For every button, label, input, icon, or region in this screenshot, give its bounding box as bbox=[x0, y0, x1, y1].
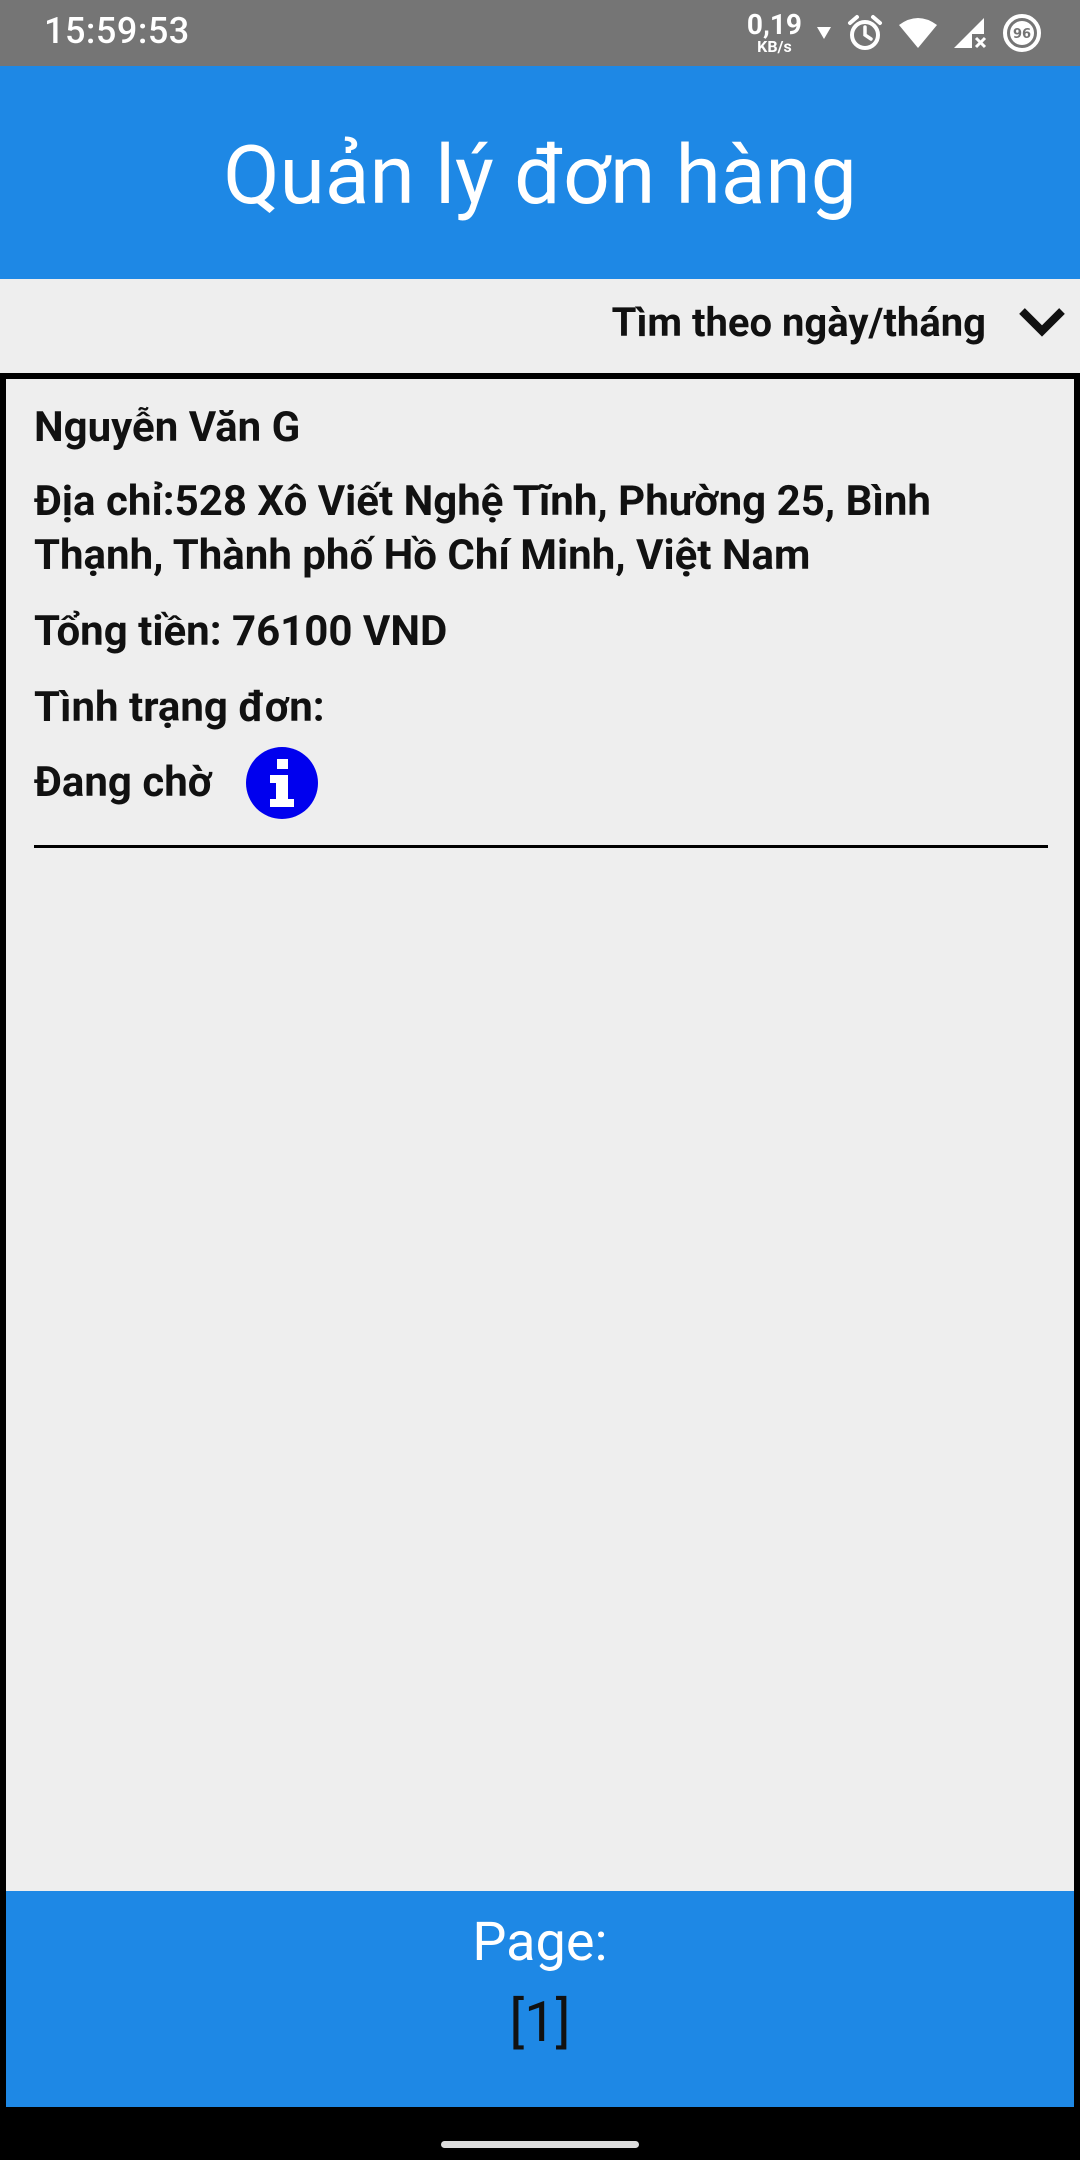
system-nav-bar bbox=[0, 2113, 1080, 2160]
battery-icon: 96 bbox=[1002, 13, 1042, 53]
network-speed-value: 0,19 bbox=[746, 8, 802, 41]
status-time: 15:59:53 bbox=[44, 10, 190, 52]
pagination-label: Page: bbox=[472, 1911, 608, 1974]
network-speed: 0,19 KB/s bbox=[747, 11, 802, 55]
pagination-page-number[interactable]: [1] bbox=[509, 1989, 570, 2055]
order-item[interactable]: Nguyễn Văn G Địa chỉ:528 Xô Viết Nghệ Tĩ… bbox=[34, 397, 1048, 848]
home-gesture-handle[interactable] bbox=[441, 2141, 639, 2148]
status-bar: 15:59:53 0,19 KB/s 96 bbox=[0, 0, 1080, 66]
network-speed-unit: KB/s bbox=[757, 37, 792, 56]
order-status-label: Tình trạng đơn: bbox=[34, 683, 325, 732]
status-icons: 0,19 KB/s 96 bbox=[747, 8, 1042, 58]
order-list[interactable]: Nguyễn Văn G Địa chỉ:528 Xô Viết Nghệ Tĩ… bbox=[0, 373, 1080, 2113]
chevron-down-icon bbox=[1018, 305, 1066, 341]
signal-no-data-icon bbox=[952, 16, 988, 50]
date-filter-dropdown[interactable]: Tìm theo ngày/tháng bbox=[612, 299, 1066, 346]
order-address: Địa chỉ:528 Xô Viết Nghệ Tĩnh, Phường 25… bbox=[34, 477, 931, 580]
date-filter-label: Tìm theo ngày/tháng bbox=[611, 299, 986, 346]
info-icon[interactable] bbox=[246, 747, 319, 819]
order-status-row: Đang chờ bbox=[34, 747, 1048, 819]
page-title: Quản lý đơn hàng bbox=[223, 127, 857, 224]
pagination: Page: [1] bbox=[6, 1891, 1074, 2107]
order-total: Tổng tiền: 76100 VND bbox=[34, 607, 448, 656]
pagination-page-1[interactable]: [1] bbox=[6, 1989, 1074, 2055]
battery-level: 96 bbox=[1013, 27, 1031, 42]
screen: 15:59:53 0,19 KB/s 96 Quản lý đơn hàng T… bbox=[0, 0, 1080, 2160]
customer-name: Nguyễn Văn G bbox=[34, 403, 301, 452]
alarm-icon bbox=[846, 14, 884, 52]
order-divider bbox=[34, 845, 1048, 848]
data-down-arrow-icon bbox=[816, 26, 832, 40]
order-status-value: Đang chờ bbox=[34, 758, 213, 807]
app-bar: Quản lý đơn hàng bbox=[0, 66, 1080, 279]
wifi-icon bbox=[898, 17, 938, 49]
filter-bar: Tìm theo ngày/tháng bbox=[0, 279, 1080, 373]
